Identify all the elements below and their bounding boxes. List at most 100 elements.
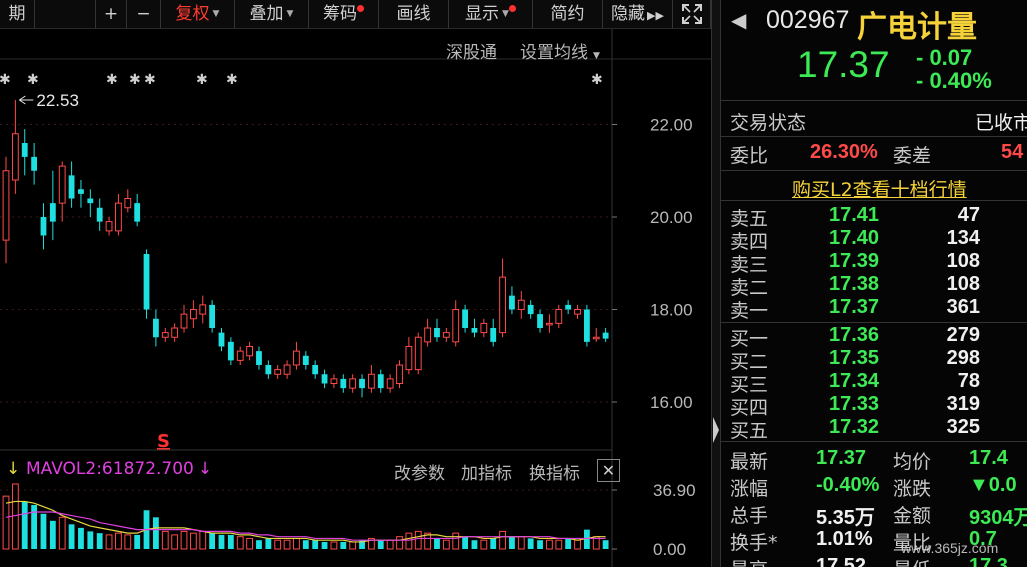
fullscreen-button[interactable] <box>673 0 711 29</box>
close-indicator-button[interactable]: ✕ <box>597 459 620 482</box>
s-signal-marker: S <box>157 431 170 452</box>
xianshi-label: 显示 <box>465 4 500 24</box>
candle-body <box>31 156 38 171</box>
yincang-label: 隐藏 <box>611 4 646 24</box>
stat-value: 17.3 <box>969 555 1008 567</box>
prev-stock-button[interactable]: ◀ <box>731 8 746 32</box>
volume-bar <box>283 539 291 550</box>
event-marker-icon: ✱ <box>591 72 603 88</box>
volume-bar <box>330 541 338 550</box>
candle-body <box>256 351 262 365</box>
notification-dot-icon <box>357 5 364 12</box>
bid-level-volume: 78 <box>957 370 980 392</box>
kline-chart[interactable]: 22.0020.0018.0016.00✱ ✱ ✱ ✱ ✱ ✱ ✱ ✱22.53S36.900… <box>0 29 711 567</box>
candle-body <box>312 365 319 375</box>
divider <box>721 136 1027 137</box>
stat-value: 17.4 <box>969 447 1008 469</box>
candle-body <box>171 327 179 338</box>
volume-bar <box>161 530 169 550</box>
chart-toolbar: 期 + − 复权 ▼ 叠加 ▼ 筹码 画线 显示 ▼ 简约 隐藏 ▶▶ <box>0 0 711 29</box>
volume-bar <box>189 532 197 550</box>
candle-body <box>462 309 468 328</box>
minus-icon: − <box>136 4 151 24</box>
stat-value: 17.52 <box>816 555 867 567</box>
watermark: www.365jz.com <box>901 540 999 556</box>
volume-bar <box>602 540 609 549</box>
ask-level-volume: 134 <box>946 227 980 249</box>
volume-bar <box>302 540 309 549</box>
volume-bar <box>265 538 272 549</box>
switch-indicator-button[interactable]: 换指标 <box>529 459 580 484</box>
ask-level-volume: 108 <box>946 273 980 295</box>
stat-value: -0.40% <box>816 474 880 496</box>
change-params-button[interactable]: 改参数 <box>394 459 445 484</box>
weicha-value: 54 <box>1001 141 1024 163</box>
weicha-label: 委差 <box>893 145 932 167</box>
xianshi-button[interactable]: 显示 ▼ <box>449 0 533 29</box>
add-indicator-button[interactable]: 加指标 <box>461 459 512 484</box>
volume-bar <box>293 537 300 550</box>
candle-body <box>555 309 563 324</box>
fuquan-label: 复权 <box>175 4 210 24</box>
volume-bar <box>574 539 581 550</box>
candle-body <box>68 175 75 199</box>
shen-gu-tong-link[interactable]: 深股通 <box>446 38 497 63</box>
candle-body <box>265 365 272 375</box>
divider <box>721 100 1027 101</box>
diejia-label: 叠加 <box>249 4 284 24</box>
ask-level-price: 17.38 <box>829 273 880 295</box>
event-marker-icon: ✱ <box>0 72 11 88</box>
volume-bar <box>49 520 56 549</box>
volume-bar <box>386 539 394 550</box>
volume-bar <box>312 540 319 549</box>
close-icon: ✕ <box>601 461 616 480</box>
candle-body <box>490 328 497 342</box>
webi-label: 委比 <box>730 145 769 167</box>
stock-name: 广电计量 <box>857 10 977 45</box>
volume-bar <box>153 517 159 549</box>
stat-label: 总手 <box>730 505 769 527</box>
status-label: 交易状态 <box>730 112 807 134</box>
diejia-button[interactable]: 叠加 ▼ <box>235 0 309 29</box>
panel-divider[interactable] <box>711 0 721 567</box>
buy-l2-link[interactable]: 购买L2查看十档行情 <box>792 175 967 202</box>
stat-value: 9304万 <box>969 507 1027 529</box>
event-marker-icon: ✱ <box>196 72 208 88</box>
candle-body <box>246 346 254 357</box>
candle-body <box>452 309 460 343</box>
bid-level-label: 买五 <box>730 420 769 442</box>
zoom-out-button[interactable]: − <box>127 0 161 29</box>
candle-body <box>442 332 450 338</box>
candle-body <box>283 364 291 375</box>
bid-level-price: 17.35 <box>829 347 880 369</box>
arrow-down-icon: ↓ <box>197 459 213 479</box>
event-marker-icon: ✱ <box>129 72 141 88</box>
candle-body <box>546 322 553 326</box>
volume-bar <box>124 534 132 550</box>
volume-bar <box>199 530 207 550</box>
webi-value: 26.30% <box>810 141 878 163</box>
candle-body <box>236 350 244 361</box>
fuquan-button[interactable]: 复权 ▼ <box>161 0 235 29</box>
volume-bar <box>377 540 384 549</box>
stat-label: 涨幅 <box>730 478 769 500</box>
volume-bar <box>21 501 28 549</box>
volume-bar <box>396 536 403 550</box>
mavol-label: ↓ MAVOL2:61872.700 ↓ <box>6 459 213 479</box>
jianyue-button[interactable]: 简约 <box>533 0 603 29</box>
volume-bar <box>414 530 422 550</box>
volume-bar <box>105 534 113 550</box>
period-button[interactable]: 期 <box>0 0 35 29</box>
fullscreen-icon <box>681 4 702 24</box>
chouma-button[interactable]: 筹码 <box>309 0 379 29</box>
candle-body <box>2 170 10 241</box>
huaxian-button[interactable]: 画线 <box>379 0 449 29</box>
set-ma-label: 设置均线 <box>520 43 588 63</box>
candle-body <box>537 314 543 328</box>
yincang-button[interactable]: 隐藏 ▶▶ <box>603 0 673 29</box>
zoom-in-button[interactable]: + <box>95 0 127 29</box>
candle-body <box>377 374 384 389</box>
set-ma-button[interactable]: 设置均线 ▼ <box>520 38 600 63</box>
volume-bar <box>87 531 94 549</box>
expand-arrow-icon <box>713 417 719 443</box>
